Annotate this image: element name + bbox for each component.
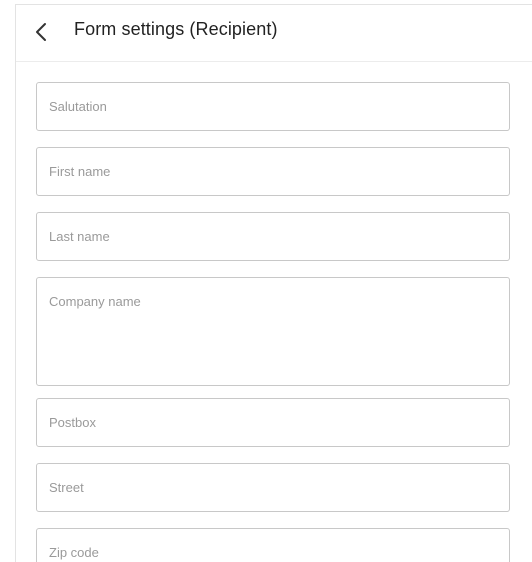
chevron-left-icon — [36, 23, 46, 41]
form-settings-panel: Form settings (Recipient) — [15, 4, 532, 562]
panel-header: Form settings (Recipient) — [16, 5, 532, 62]
postbox-field[interactable] — [36, 398, 510, 447]
salutation-field[interactable] — [36, 82, 510, 131]
salutation-input[interactable] — [37, 83, 509, 130]
first-name-input[interactable] — [37, 148, 509, 195]
zip-code-field[interactable] — [36, 528, 510, 562]
postbox-input[interactable] — [37, 399, 509, 446]
last-name-field[interactable] — [36, 212, 510, 261]
street-input[interactable] — [37, 464, 509, 511]
company-name-input[interactable] — [37, 278, 509, 380]
last-name-input[interactable] — [37, 213, 509, 260]
first-name-field[interactable] — [36, 147, 510, 196]
company-name-field[interactable] — [36, 277, 510, 386]
street-field[interactable] — [36, 463, 510, 512]
back-button[interactable] — [30, 20, 52, 44]
zip-code-input[interactable] — [37, 529, 509, 562]
page-title: Form settings (Recipient) — [74, 19, 278, 39]
